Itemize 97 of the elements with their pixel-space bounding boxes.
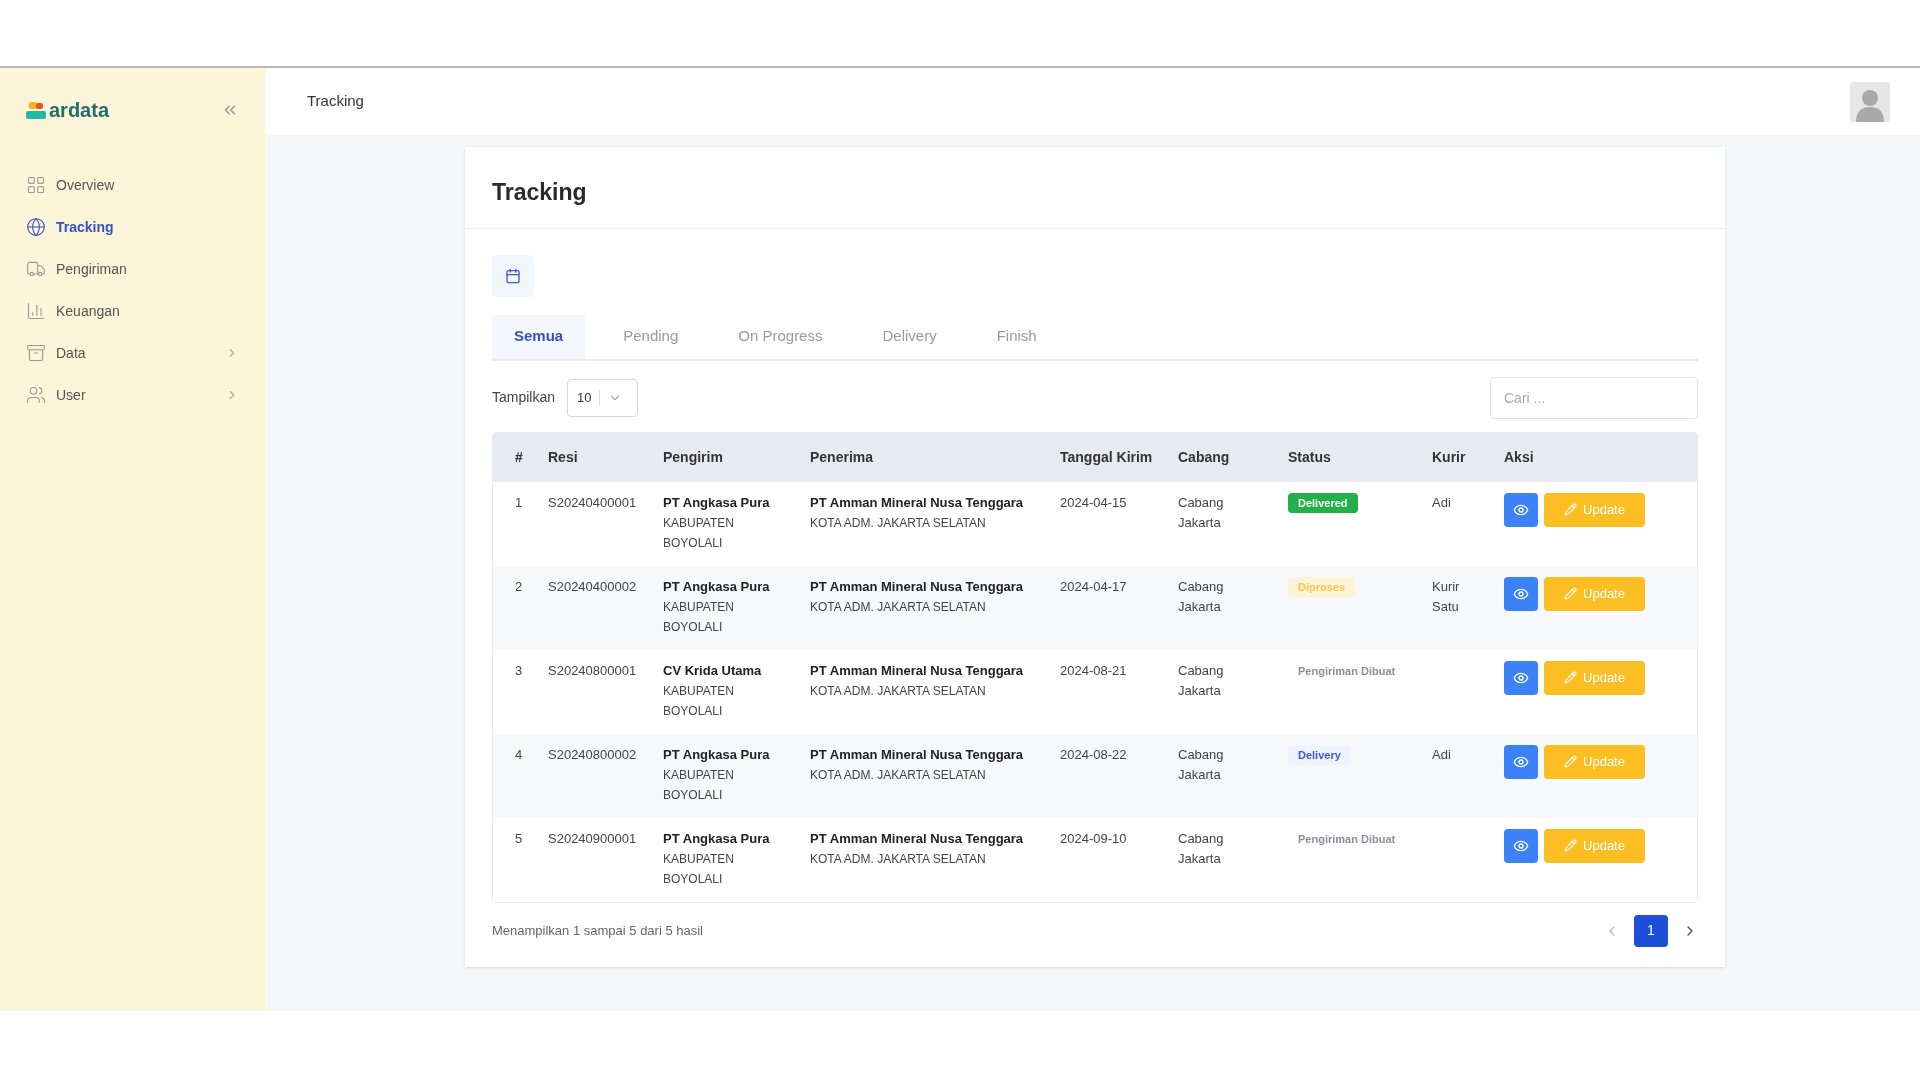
table-cell-text: Cabang Jakarta (1178, 829, 1225, 868)
table-cell-text: Adi (1432, 493, 1452, 512)
pencil-icon (1564, 671, 1578, 684)
column-header: Resi (548, 447, 579, 467)
column-header: Kurir (1432, 447, 1467, 467)
tab[interactable]: Delivery (860, 314, 959, 359)
grid-icon (26, 175, 46, 195)
table-cell-text: 2024-08-22 (1060, 745, 1127, 764)
table-cell-text: S20240400002 (548, 577, 637, 596)
page-title: Tracking (465, 175, 1725, 229)
pencil-icon (1564, 503, 1578, 516)
sidebar-item[interactable]: User (26, 374, 239, 416)
breadcrumb: Tracking (307, 91, 364, 112)
sender-region: KABUPATEN BOYOLALI (663, 682, 735, 720)
pencil-icon (1564, 587, 1578, 600)
status-badge: Delivery (1288, 744, 1351, 765)
view-button[interactable] (1504, 492, 1538, 527)
users-icon (26, 385, 46, 405)
calendar-button[interactable] (492, 254, 534, 297)
status-badge: Delivered (1288, 492, 1358, 513)
column-header: Penerima (810, 447, 875, 467)
recipient-name: PT Amman Mineral Nusa Tenggara (810, 493, 1024, 512)
view-button[interactable] (1504, 828, 1538, 863)
table-cell-text: 3 (514, 661, 523, 680)
recipient-region: KOTA ADM. JAKARTA SELATAN (810, 850, 986, 868)
logo-icon (26, 102, 48, 120)
recipient-name: PT Amman Mineral Nusa Tenggara (810, 745, 1024, 764)
table-cell-text: 2 (514, 577, 523, 596)
recipient-region: KOTA ADM. JAKARTA SELATAN (810, 766, 986, 784)
page-button[interactable]: 1 (1634, 914, 1668, 947)
sender-region: KABUPATEN BOYOLALI (663, 766, 735, 804)
sidebar-item[interactable]: Tracking (26, 206, 239, 248)
table-cell-text: 2024-08-21 (1060, 661, 1127, 680)
table-cell-text: Cabang Jakarta (1178, 661, 1225, 700)
sender-name: PT Angkasa Pura (663, 745, 770, 764)
sidebar-item[interactable]: Pengiriman (26, 248, 239, 290)
column-header: # (514, 447, 524, 467)
table-cell-text: Kurir Satu (1432, 577, 1461, 616)
sidebar-item[interactable]: Data (26, 332, 239, 374)
table-cell-text: S20240900001 (548, 829, 637, 848)
status-text: Pengiriman Dibuat (1297, 663, 1397, 679)
table-cell-text: Cabang Jakarta (1178, 577, 1225, 616)
results-summary: Menampilkan 1 sampai 5 dari 5 hasil (492, 921, 703, 940)
user-icon (1855, 87, 1885, 122)
tab[interactable]: Semua (492, 314, 586, 359)
table-cell-text: S20240800002 (548, 745, 637, 764)
recipient-region: KOTA ADM. JAKARTA SELATAN (810, 598, 986, 616)
recipient-region: KOTA ADM. JAKARTA SELATAN (810, 514, 986, 532)
table-cell-text: Cabang Jakarta (1178, 745, 1225, 784)
pencil-icon (1564, 839, 1578, 852)
recipient-name: PT Amman Mineral Nusa Tenggara (810, 577, 1024, 596)
archive-icon (26, 343, 46, 363)
recipient-name: PT Amman Mineral Nusa Tenggara (810, 829, 1024, 848)
search-field[interactable]: Cari ... (1490, 376, 1698, 419)
table-cell-text: S20240800001 (548, 661, 637, 680)
status-text: Pengiriman Dibuat (1297, 831, 1397, 847)
table-cell-text: 5 (514, 829, 523, 848)
column-header: Cabang (1178, 447, 1231, 467)
column-header: Aksi (1504, 447, 1535, 467)
logo[interactable]: ardata (26, 100, 110, 120)
tab[interactable]: Finish (974, 314, 1059, 359)
sender-name: CV Krida Utama (663, 661, 762, 680)
pencil-icon (1564, 755, 1578, 768)
truck-icon (26, 259, 46, 279)
sender-region: KABUPATEN BOYOLALI (663, 514, 735, 552)
column-header: Tanggal Kirim (1060, 447, 1154, 467)
tab[interactable]: On Progress (716, 314, 845, 359)
sidebar-item[interactable]: Keuangan (26, 290, 239, 332)
table-cell-text: Cabang Jakarta (1178, 493, 1225, 532)
table-cell-text: Adi (1432, 745, 1452, 764)
globe-icon (26, 217, 46, 237)
table-cell-text: 2024-04-17 (1060, 577, 1127, 596)
view-button[interactable] (1504, 576, 1538, 611)
column-header: Status (1288, 447, 1332, 467)
recipient-name: PT Amman Mineral Nusa Tenggara (810, 661, 1024, 680)
table-cell-text: 2024-09-10 (1060, 829, 1127, 848)
table-cell-text: 4 (514, 745, 523, 764)
view-button[interactable] (1504, 744, 1538, 779)
sender-name: PT Angkasa Pura (663, 577, 770, 596)
table-cell-text: 2024-04-15 (1060, 493, 1127, 512)
avatar[interactable] (1850, 81, 1890, 122)
sidebar-item[interactable]: Overview (26, 164, 239, 206)
sender-name: PT Angkasa Pura (663, 493, 770, 512)
column-header: Pengirim (663, 447, 724, 467)
recipient-region: KOTA ADM. JAKARTA SELATAN (810, 682, 986, 700)
view-button[interactable] (1504, 660, 1538, 695)
sender-region: KABUPATEN BOYOLALI (663, 850, 735, 888)
page-size-label: Tampilkan (492, 388, 556, 407)
table-cell-text: S20240400001 (548, 493, 637, 512)
table-cell-text: 1 (514, 493, 523, 512)
tab[interactable]: Pending (601, 314, 701, 359)
sender-region: KABUPATEN BOYOLALI (663, 598, 735, 636)
bar-chart-icon (26, 301, 46, 321)
sender-name: PT Angkasa Pura (663, 829, 770, 848)
page-size-select[interactable]: 10 (567, 378, 639, 417)
status-badge: Diproses (1288, 576, 1356, 597)
calendar-icon (505, 267, 521, 284)
